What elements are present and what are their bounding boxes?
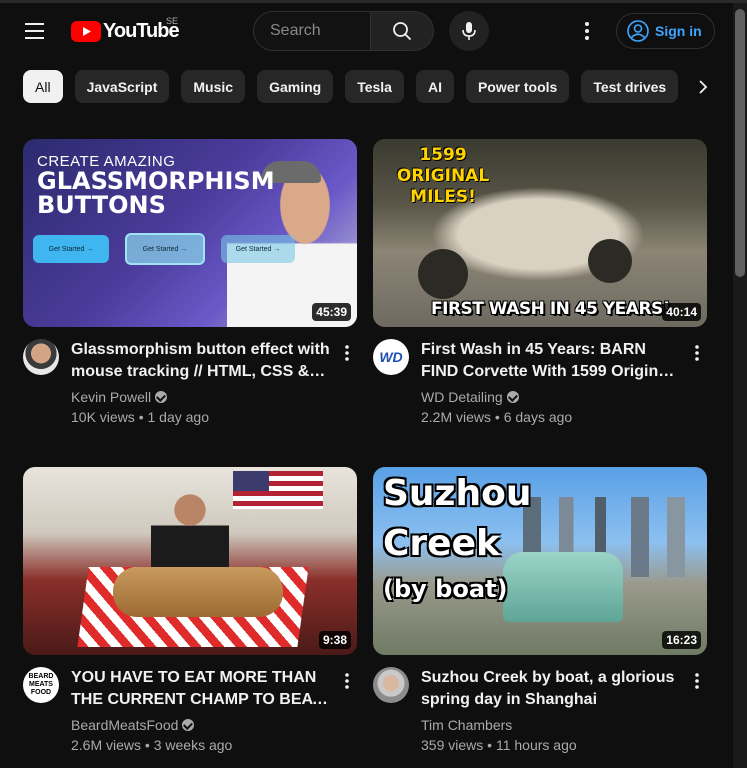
search-input[interactable] (254, 12, 371, 50)
scrollbar-thumb[interactable] (735, 9, 745, 277)
chip-all[interactable]: All (23, 70, 63, 103)
filter-chips-bar: All JavaScript Music Gaming Tesla AI Pow… (23, 70, 683, 103)
sign-in-label: Sign in (655, 23, 702, 39)
video-menu-button[interactable] (685, 341, 709, 365)
video-stats: 359 views • 11 hours ago (421, 737, 577, 753)
country-code: SE (166, 16, 179, 26)
thumbnail-title: GLASSMORPHISM BUTTONS (37, 167, 275, 219)
chip-music[interactable]: Music (181, 70, 246, 103)
publish-age: 6 days ago (503, 409, 573, 425)
masthead: YouTube SE Sign in (0, 3, 733, 59)
settings-more-button[interactable] (575, 19, 599, 43)
channel-name-label: BeardMeatsFood (71, 717, 179, 733)
video-meta: Suzhou Creek by boat, a glorious spring … (373, 667, 709, 753)
video-card: CREATE AMAZING GLASSMORPHISM BUTTONS Get… (23, 139, 357, 425)
video-stats: 2.6M views • 3 weeks ago (71, 737, 233, 753)
video-card: Suzhou Creek (by boat) 16:23 Suzhou Cree… (373, 467, 707, 753)
view-count: 359 views (421, 737, 484, 753)
boat-image (503, 552, 623, 622)
youtube-play-icon (71, 21, 101, 42)
chip-power-tools[interactable]: Power tools (465, 70, 570, 103)
account-icon (627, 20, 649, 42)
video-thumbnail[interactable]: CREATE AMAZING GLASSMORPHISM BUTTONS Get… (23, 139, 357, 327)
chip-javascript[interactable]: JavaScript (74, 70, 170, 103)
chips-next-button[interactable] (688, 72, 718, 102)
video-stats: 10K views • 1 day ago (71, 409, 209, 425)
thumbnail-text: (by boat) (383, 575, 508, 603)
search-icon (393, 22, 412, 41)
youtube-logo[interactable]: YouTube SE (71, 16, 180, 43)
channel-name[interactable]: Kevin Powell (71, 389, 168, 405)
publish-age: 1 day ago (147, 409, 210, 425)
publish-age: 3 weeks ago (153, 737, 233, 753)
guide-menu-button[interactable] (21, 17, 49, 45)
video-thumbnail[interactable]: 1599 ORIGINAL MILES! FIRST WASH IN 45 YE… (373, 139, 707, 327)
view-count: 2.2M views (421, 409, 492, 425)
channel-avatar[interactable] (373, 667, 409, 703)
thumbnail-button-graphic: Get Started → (33, 235, 109, 263)
video-menu-button[interactable] (685, 669, 709, 693)
thumbnail-text: Suzhou (383, 473, 532, 514)
chip-ai[interactable]: AI (415, 70, 454, 103)
video-duration: 16:23 (662, 631, 701, 649)
channel-name-label: WD Detailing (421, 389, 503, 405)
channel-avatar-text: BEARD MEATS FOOD (28, 673, 54, 696)
video-stats: 2.2M views • 6 days ago (421, 409, 573, 425)
more-vertical-icon (695, 673, 699, 689)
chip-tesla[interactable]: Tesla (345, 70, 404, 103)
chevron-right-icon (699, 80, 708, 94)
channel-avatar[interactable]: BEARD MEATS FOOD (23, 667, 59, 703)
more-vertical-icon (345, 345, 349, 361)
channel-avatar-text: WD (379, 349, 403, 365)
video-duration: 40:14 (662, 303, 701, 321)
thumbnail-text: 1599 ORIGINAL MILES! (396, 145, 490, 207)
chip-gaming[interactable]: Gaming (257, 70, 334, 103)
more-vertical-icon (345, 673, 349, 689)
publish-age: 11 hours ago (495, 737, 577, 753)
video-card: 9:38 BEARD MEATS FOOD YOU HAVE TO EAT MO… (23, 467, 357, 753)
thumbnail-text: FIRST WASH IN 45 YEARS! (431, 299, 671, 319)
video-card: 1599 ORIGINAL MILES! FIRST WASH IN 45 YE… (373, 139, 707, 425)
channel-name-label: Tim Chambers (421, 717, 513, 733)
video-title[interactable]: First Wash in 45 Years: BARN FIND Corvet… (421, 339, 683, 383)
verified-badge-icon (506, 391, 519, 403)
video-duration: 45:39 (312, 303, 351, 321)
video-meta: BEARD MEATS FOOD YOU HAVE TO EAT MORE TH… (23, 667, 359, 753)
verified-badge-icon (155, 391, 168, 403)
chip-test-drives[interactable]: Test drives (581, 70, 679, 103)
video-duration: 9:38 (318, 631, 351, 649)
microphone-icon (462, 22, 476, 40)
video-meta: WD First Wash in 45 Years: BARN FIND Cor… (373, 339, 709, 425)
channel-name[interactable]: BeardMeatsFood (71, 717, 195, 733)
channel-name[interactable]: WD Detailing (421, 389, 519, 405)
search-box (253, 11, 371, 51)
voice-search-button[interactable] (449, 11, 489, 51)
view-count: 2.6M views (71, 737, 142, 753)
hamburger-icon (25, 23, 44, 25)
scrollbar[interactable] (733, 3, 747, 768)
video-title[interactable]: Suzhou Creek by boat, a glorious spring … (421, 667, 683, 711)
thumbnail-button-graphic: Get Started → (125, 233, 205, 265)
thumbnail-text: Creek (383, 523, 500, 564)
thumbnail-button-graphic: Get Started → (221, 235, 295, 263)
search-button[interactable] (370, 11, 434, 51)
channel-name-label: Kevin Powell (71, 389, 152, 405)
video-title[interactable]: YOU HAVE TO EAT MORE THAN THE CURRENT CH… (71, 667, 333, 711)
more-vertical-icon (695, 345, 699, 361)
channel-avatar[interactable]: WD (373, 339, 409, 375)
video-thumbnail[interactable]: 9:38 (23, 467, 357, 655)
channel-avatar[interactable] (23, 339, 59, 375)
video-menu-button[interactable] (335, 669, 359, 693)
more-vertical-icon (585, 22, 589, 40)
sign-in-button[interactable]: Sign in (616, 13, 715, 49)
video-meta: Glassmorphism button effect with mouse t… (23, 339, 359, 425)
view-count: 10K views (71, 409, 135, 425)
verified-badge-icon (182, 719, 195, 731)
video-thumbnail[interactable]: Suzhou Creek (by boat) 16:23 (373, 467, 707, 655)
video-title[interactable]: Glassmorphism button effect with mouse t… (71, 339, 333, 383)
channel-name[interactable]: Tim Chambers (421, 717, 512, 733)
video-menu-button[interactable] (335, 341, 359, 365)
